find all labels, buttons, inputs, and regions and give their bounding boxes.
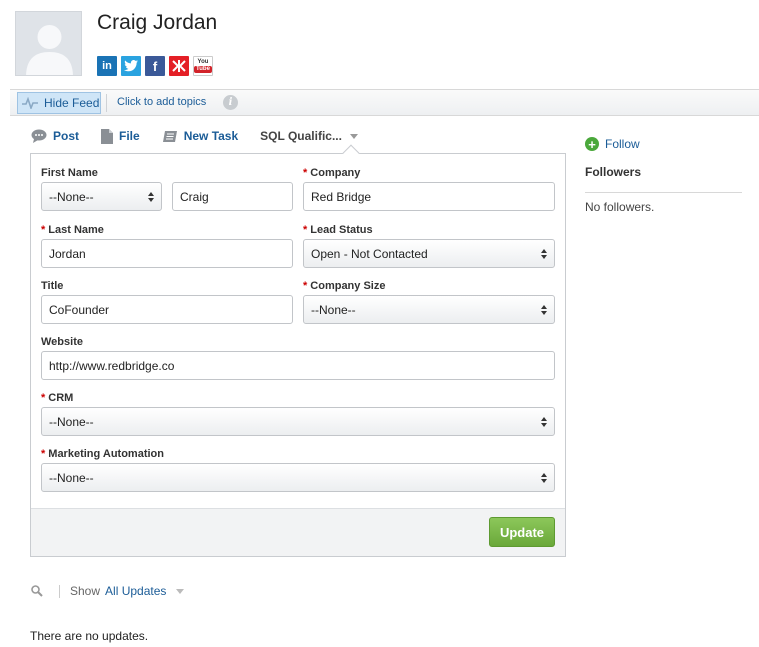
- last-name-value: Jordan: [49, 246, 86, 261]
- first-name-value: Craig: [180, 189, 209, 204]
- website-value: http://www.redbridge.co: [49, 358, 175, 373]
- info-icon[interactable]: i: [223, 95, 238, 110]
- lead-status-value: Open - Not Contacted: [311, 246, 428, 261]
- avatar: [15, 11, 82, 76]
- lead-form-panel: First Name --None-- Craig * Company Red B…: [30, 144, 566, 557]
- followers-heading: Followers: [585, 165, 642, 179]
- youtube-icon[interactable]: You Tube: [193, 56, 213, 76]
- new-task-label: New Task: [183, 129, 239, 143]
- klout-icon[interactable]: [169, 56, 189, 76]
- crm-label: * CRM: [41, 392, 74, 404]
- marketing-automation-select[interactable]: --None--: [41, 463, 555, 492]
- marketing-automation-label: * Marketing Automation: [41, 448, 164, 460]
- file-label: File: [119, 129, 140, 143]
- no-followers-text: No followers.: [585, 200, 655, 214]
- follow-label: Follow: [605, 137, 640, 151]
- followers-divider: [585, 192, 742, 193]
- twitter-icon[interactable]: [121, 56, 141, 76]
- last-name-input[interactable]: Jordan: [41, 239, 293, 268]
- file-action[interactable]: File: [101, 128, 140, 144]
- feed-toolbar: Hide Feed Click to add topics i: [10, 89, 759, 116]
- salutation-select[interactable]: --None--: [41, 182, 162, 211]
- lead-status-label: * Lead Status: [303, 224, 373, 236]
- first-name-input[interactable]: Craig: [172, 182, 293, 211]
- feed-filter-dropdown[interactable]: All Updates: [105, 584, 166, 598]
- select-arrows-icon: [541, 472, 547, 483]
- last-name-label: * Last Name: [41, 224, 104, 236]
- show-label: Show: [70, 584, 101, 598]
- chevron-down-icon[interactable]: [176, 588, 185, 594]
- linkedin-icon[interactable]: in: [97, 56, 117, 76]
- company-input[interactable]: Red Bridge: [303, 182, 555, 211]
- first-name-label: First Name: [41, 167, 98, 179]
- website-label: Website: [41, 336, 83, 348]
- add-topics-link[interactable]: Click to add topics: [117, 96, 206, 108]
- form-footer: Update: [31, 508, 565, 556]
- salutation-value: --None--: [49, 189, 94, 204]
- company-size-select[interactable]: --None--: [303, 295, 555, 324]
- follow-button[interactable]: + Follow: [585, 137, 640, 151]
- pulse-icon: [22, 97, 38, 109]
- website-input[interactable]: http://www.redbridge.co: [41, 351, 555, 380]
- sql-qualification-action[interactable]: SQL Qualific...: [260, 129, 358, 143]
- chevron-down-icon: [349, 133, 358, 139]
- new-task-action[interactable]: New Task: [162, 129, 238, 143]
- plus-icon: +: [585, 137, 599, 151]
- title-value: CoFounder: [49, 302, 110, 317]
- crm-select[interactable]: --None--: [41, 407, 555, 436]
- speech-bubble-icon: [31, 129, 47, 143]
- task-icon: [162, 131, 177, 142]
- toolbar-divider: [106, 94, 107, 112]
- lead-status-select[interactable]: Open - Not Contacted: [303, 239, 555, 268]
- publisher-actions: Post File New Task SQL Qualific...: [31, 126, 358, 146]
- company-label: * Company: [303, 167, 361, 179]
- search-icon[interactable]: [31, 585, 43, 597]
- select-arrows-icon: [541, 248, 547, 259]
- crm-value: --None--: [49, 414, 94, 429]
- hide-feed-label: Hide Feed: [44, 96, 100, 110]
- post-action[interactable]: Post: [31, 129, 79, 143]
- profile-name: Craig Jordan: [97, 11, 218, 34]
- select-arrows-icon: [148, 191, 154, 202]
- file-icon: [101, 128, 114, 144]
- company-value: Red Bridge: [311, 189, 372, 204]
- empty-feed-text: There are no updates.: [30, 629, 149, 643]
- filter-divider: [59, 584, 60, 598]
- social-links: in f You Tube: [97, 56, 213, 76]
- select-arrows-icon: [541, 304, 547, 315]
- feed-filter-bar: Show All Updates: [31, 584, 185, 598]
- panel-pointer: [342, 144, 360, 162]
- person-silhouette-icon: [16, 12, 81, 75]
- facebook-icon[interactable]: f: [145, 56, 165, 76]
- update-button[interactable]: Update: [489, 517, 555, 547]
- sql-label: SQL Qualific...: [260, 129, 342, 143]
- company-size-value: --None--: [311, 302, 356, 317]
- select-arrows-icon: [541, 416, 547, 427]
- marketing-automation-value: --None--: [49, 470, 94, 485]
- title-input[interactable]: CoFounder: [41, 295, 293, 324]
- post-label: Post: [53, 129, 80, 143]
- title-label: Title: [41, 280, 64, 292]
- company-size-label: * Company Size: [303, 280, 386, 292]
- hide-feed-button[interactable]: Hide Feed: [17, 92, 101, 114]
